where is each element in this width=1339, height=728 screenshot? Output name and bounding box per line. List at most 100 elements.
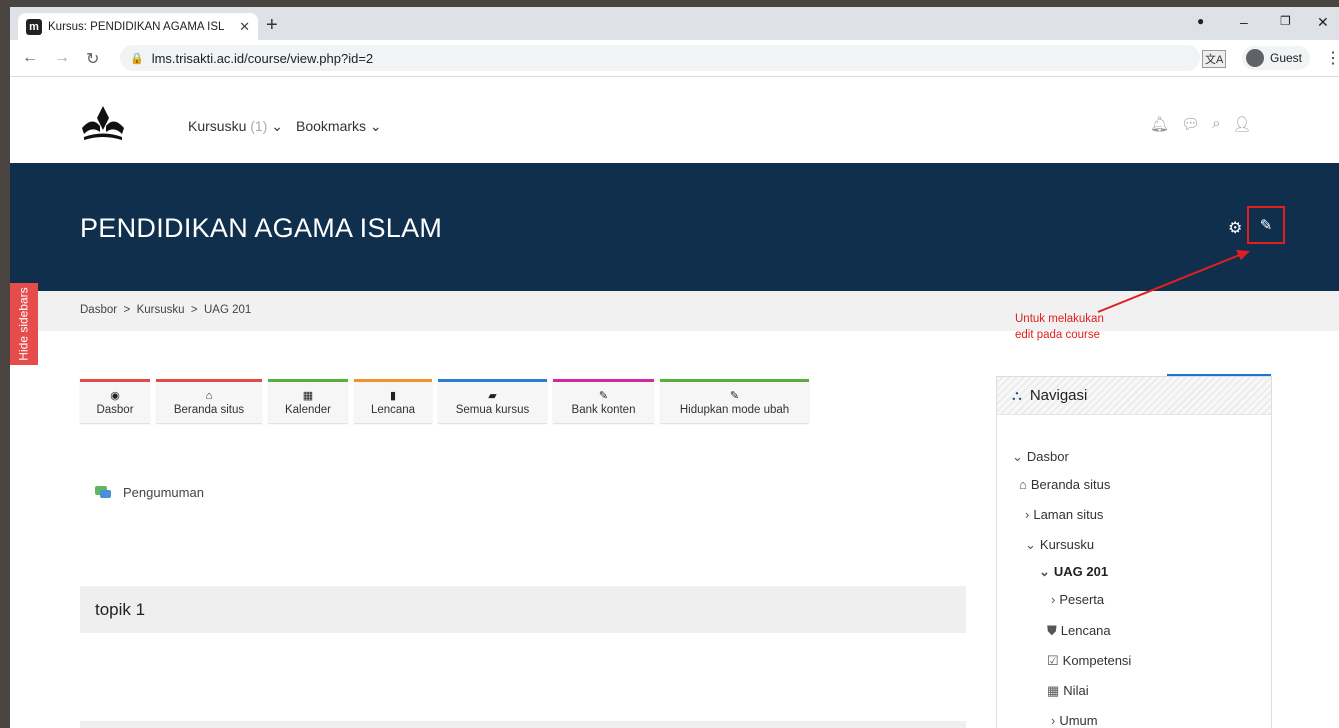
hide-sidebars-button[interactable]: Hide sidebars xyxy=(10,283,38,365)
nav-peserta[interactable]: › Peserta xyxy=(1051,592,1104,607)
nav-nilai-label: Nilai xyxy=(1063,683,1089,698)
book-icon: ▰ xyxy=(488,389,497,402)
translate-icon[interactable]: 文A xyxy=(1202,50,1227,68)
window-close-icon[interactable]: ✕ xyxy=(1317,14,1329,31)
quick-dasbor-label: Dasbor xyxy=(96,403,134,416)
address-bar-row: ← → ↻ 🔒 lms.trisakti.ac.id/course/view.p… xyxy=(10,40,1339,77)
browser-tab[interactable]: m Kursus: PENDIDIKAN AGAMA ISL ✕ xyxy=(18,13,258,40)
new-tab-icon[interactable]: + xyxy=(266,15,278,35)
quick-lencana-button[interactable]: ▮ Lencana xyxy=(354,379,432,423)
sitemap-icon: ⛬ xyxy=(1012,387,1022,403)
nav-beranda-situs-label: Beranda situs xyxy=(1030,477,1111,492)
nav-kursusku[interactable]: ⌄ Kursusku xyxy=(1025,537,1094,553)
nav-kursusku-label: Kursusku xyxy=(1039,537,1095,552)
site-navbar: Kursusku (1) ⌄ Bookmarks ⌄ 🔔︎ 💬︎ ⌕ 👤︎ xyxy=(10,77,1339,163)
quick-access-buttons: ◉ Dasbor ⌂ Beranda situs ▦ Kalender ▮ Le… xyxy=(80,379,809,423)
bookmark-icon: ▮ xyxy=(389,389,397,402)
close-tab-icon[interactable]: ✕ xyxy=(239,19,250,35)
guest-profile-button[interactable]: Guest xyxy=(1242,46,1311,70)
nav-laman-situs[interactable]: › Laman situs xyxy=(1025,507,1103,522)
announcement-label: Pengumuman xyxy=(123,485,204,500)
announcement-link[interactable]: Pengumuman xyxy=(95,485,204,500)
nav-uag-201[interactable]: ⌄ UAG 201 xyxy=(1039,564,1108,580)
back-arrow-icon[interactable]: ← xyxy=(22,49,38,67)
tab-bar: m Kursus: PENDIDIKAN AGAMA ISL ✕ + ● – ❐… xyxy=(10,7,1339,40)
annotation-line-1: Untuk melakukan xyxy=(1015,313,1104,325)
hide-sidebars-label: Hide sidebars xyxy=(17,287,31,361)
quick-kalender-button[interactable]: ▦ Kalender xyxy=(268,379,348,423)
guest-avatar-icon xyxy=(1246,49,1264,67)
profile-menu-icon[interactable]: ● xyxy=(1197,14,1204,28)
nav-kompetensi[interactable]: ☑ Kompetensi xyxy=(1047,653,1131,669)
browser-window: m Kursus: PENDIDIKAN AGAMA ISL ✕ + ● – ❐… xyxy=(10,7,1339,728)
pencil-icon: ✎ xyxy=(729,389,740,402)
nav-laman-situs-label: Laman situs xyxy=(1033,507,1104,522)
nav-dasbor-label: Dasbor xyxy=(1026,449,1069,464)
course-banner: PENDIDIKAN AGAMA ISLAM ⚙ ✎ xyxy=(10,163,1339,291)
chevron-right-icon: › xyxy=(1051,592,1056,607)
nav-lencana-label: Lencana xyxy=(1060,623,1111,638)
restore-icon[interactable]: ❐ xyxy=(1280,14,1291,28)
chevron-down-icon: ⌄ xyxy=(1039,564,1050,579)
nav-kursusku-count: (1) xyxy=(250,118,268,134)
annotation-line-2: edit pada course xyxy=(1015,329,1101,341)
breadcrumb-bar: Dasbor > Kursusku > UAG 201 xyxy=(10,291,1339,331)
nav-bookmarks-label: Bookmarks xyxy=(296,118,367,134)
moodle-favicon-icon: m xyxy=(26,18,42,35)
nav-dasbor[interactable]: ⌄ Dasbor xyxy=(1012,449,1069,465)
university-logo[interactable] xyxy=(78,104,128,144)
url-field[interactable]: 🔒 lms.trisakti.ac.id/course/view.php?id=… xyxy=(120,45,1200,71)
guest-label: Guest xyxy=(1270,51,1303,65)
nav-uag-201-label: UAG 201 xyxy=(1053,564,1109,579)
bell-icon[interactable]: 🔔︎ xyxy=(1150,115,1169,133)
forward-arrow-icon[interactable]: → xyxy=(54,49,70,67)
search-icon[interactable]: ⌕ xyxy=(1212,115,1220,133)
edit-course-button[interactable]: ✎ xyxy=(1247,206,1285,244)
checkbox-icon: ☑ xyxy=(1047,653,1059,668)
section-heading: topik 1 xyxy=(80,586,966,633)
chevron-down-icon: ⌄ xyxy=(369,118,382,134)
pencil-icon: ✎ xyxy=(1259,217,1273,234)
nav-bookmarks[interactable]: Bookmarks ⌄ xyxy=(296,118,382,135)
quick-edit-mode-button[interactable]: ✎ Hidupkan mode ubah xyxy=(660,379,809,423)
navigation-title: Navigasi xyxy=(1029,387,1088,404)
quick-dasbor-button[interactable]: ◉ Dasbor xyxy=(80,379,150,423)
nav-umum-label: Umum xyxy=(1059,713,1098,728)
browser-menu-icon[interactable]: ⋮ xyxy=(1325,48,1339,68)
url-text: lms.trisakti.ac.id/course/view.php?id=2 xyxy=(151,50,374,66)
nav-nilai[interactable]: ▦ Nilai xyxy=(1047,683,1089,699)
shield-icon: ⛊ xyxy=(1047,623,1057,638)
quick-edit-mode-label: Hidupkan mode ubah xyxy=(679,403,790,416)
nav-kursusku[interactable]: Kursusku (1) ⌄ xyxy=(188,118,283,135)
chevron-right-icon: › xyxy=(1051,713,1056,728)
table-icon: ▦ xyxy=(1047,683,1060,698)
reload-icon[interactable]: ↻ xyxy=(86,49,99,69)
quick-beranda-button[interactable]: ⌂ Beranda situs xyxy=(156,379,262,423)
quick-semua-kursus-button[interactable]: ▰ Semua kursus xyxy=(438,379,547,423)
user-icon[interactable]: 👤︎ xyxy=(1233,115,1252,133)
header-icons: 🔔︎ 💬︎ ⌕ 👤︎ xyxy=(1150,115,1252,133)
home-icon: ⌂ xyxy=(1019,477,1027,492)
chat-icon[interactable]: 💬︎ xyxy=(1181,115,1200,133)
chevron-down-icon: ⌄ xyxy=(271,118,283,134)
nav-umum[interactable]: › Umum xyxy=(1051,713,1098,728)
chevron-down-icon: ⌄ xyxy=(1012,449,1023,464)
navigation-block: ⛬ Navigasi ⌄ Dasbor ⌂ Beranda situs › Laman… xyxy=(996,376,1272,728)
quick-bank-konten-button[interactable]: ✎ Bank konten xyxy=(553,379,654,423)
nav-lencana[interactable]: ⛊ Lencana xyxy=(1047,623,1111,639)
tab-title: Kursus: PENDIDIKAN AGAMA ISL xyxy=(48,20,225,33)
minimize-icon[interactable]: – xyxy=(1240,14,1248,30)
dashboard-icon: ◉ xyxy=(110,389,120,402)
chevron-right-icon: › xyxy=(1025,507,1030,522)
nav-beranda-situs[interactable]: ⌂ Beranda situs xyxy=(1019,477,1110,492)
home-icon: ⌂ xyxy=(205,389,213,402)
annotation-text: Untuk melakukan edit pada course xyxy=(1015,311,1104,343)
chevron-down-icon: ⌄ xyxy=(1025,537,1036,552)
gear-icon[interactable]: ⚙ xyxy=(1228,218,1242,238)
quick-bank-konten-label: Bank konten xyxy=(571,403,636,416)
forum-icon xyxy=(95,486,111,499)
calendar-icon: ▦ xyxy=(302,389,314,402)
lock-icon: 🔒 xyxy=(130,52,144,65)
course-title: PENDIDIKAN AGAMA ISLAM xyxy=(80,213,443,243)
breadcrumb[interactable]: Dasbor > Kursusku > UAG 201 xyxy=(80,304,251,316)
